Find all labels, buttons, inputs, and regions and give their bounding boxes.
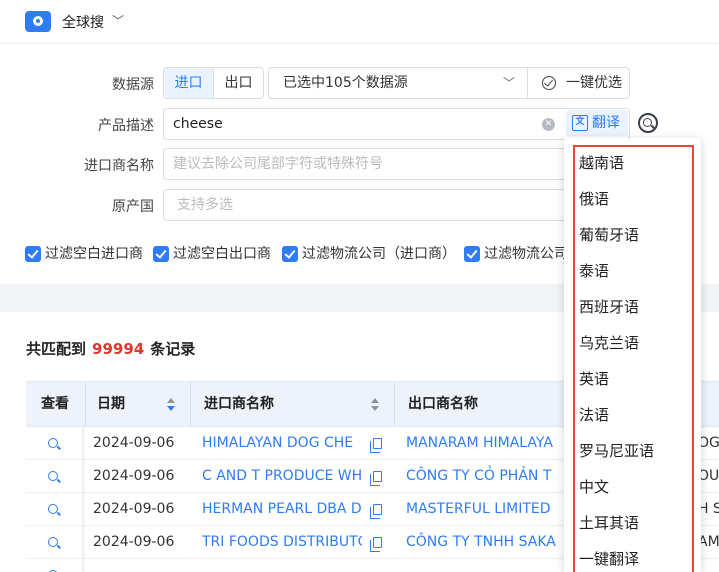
exporter-link[interactable]: CÔNG TY TNHH SAKA — [406, 526, 566, 559]
exporter-link[interactable]: CÔNG TY CỎ PHẢN T — [406, 460, 566, 493]
filter-blank-importer-checkbox[interactable]: 过滤空白进口商 — [25, 245, 143, 263]
language-option[interactable]: 越南语 — [579, 152, 624, 173]
language-option[interactable]: 西班牙语 — [579, 296, 639, 317]
date-cell: 2024-09-06 — [93, 534, 175, 550]
top-bar: 全球搜 ﹀ — [0, 0, 719, 44]
filter-label: 过滤物流公司 — [484, 246, 568, 262]
one-click-optimize-label: 一键优选 — [566, 75, 622, 91]
overflow-cell: AM — [698, 534, 719, 550]
date-cell: 2024-09-06 — [93, 501, 175, 517]
summary-suffix: 条记录 — [150, 340, 196, 358]
filter-label: 过滤物流公司（进口商） — [302, 246, 456, 262]
language-option[interactable]: 土耳其语 — [579, 512, 639, 533]
date-cell: 2024-09-06 — [93, 435, 175, 451]
header-view: 查看 — [41, 396, 69, 412]
filter-label: 过滤空白出口商 — [173, 246, 271, 262]
column-shadow — [82, 427, 86, 460]
copy-icon[interactable] — [370, 504, 382, 519]
clear-icon[interactable]: ✕ — [542, 118, 555, 131]
importer-input[interactable]: 建议去除公司尾部字符或特殊符号 — [163, 148, 630, 180]
importer-link[interactable]: HERMAN PEARL DBA D — [202, 493, 362, 526]
language-option[interactable]: 法语 — [579, 404, 609, 425]
overflow-cell: OG C — [698, 435, 719, 451]
tab-import[interactable]: 进口 — [164, 68, 214, 98]
origin-label: 原产国 — [112, 199, 154, 215]
column-shadow — [82, 460, 86, 493]
overflow-cell: OU — [698, 468, 719, 484]
language-option[interactable]: 泰语 — [579, 260, 609, 281]
column-divider — [85, 382, 86, 426]
checkbox-checked-icon — [25, 246, 41, 262]
header-exporter[interactable]: 出口商名称 — [408, 382, 478, 426]
exporter-link[interactable]: MANARAM HIMALAYA — [406, 427, 566, 460]
language-option[interactable]: 中文 — [579, 476, 609, 497]
view-icon[interactable] — [48, 537, 58, 547]
view-icon[interactable] — [48, 438, 58, 448]
origin-input[interactable]: 支持多选 — [163, 189, 630, 221]
filter-logistics-exporter-checkbox[interactable]: 过滤物流公司 — [464, 245, 568, 263]
selected-sources-text: 已选中105个数据源 — [283, 75, 408, 91]
language-option[interactable]: 罗马尼亚语 — [579, 440, 654, 461]
filter-label: 过滤空白进口商 — [45, 246, 143, 262]
summary-prefix: 共匹配到 — [26, 340, 87, 358]
product-label: 产品描述 — [98, 118, 154, 134]
checkbox-checked-icon — [153, 246, 169, 262]
import-export-toggle: 进口 出口 — [163, 67, 264, 99]
advanced-search-icon[interactable] — [638, 113, 658, 133]
filter-logistics-importer-checkbox[interactable]: 过滤物流公司（进口商） — [282, 245, 456, 263]
column-shadow — [82, 493, 86, 526]
one-click-optimize-button[interactable]: 一键优选 — [527, 67, 630, 99]
check-circle-icon — [542, 76, 556, 90]
copy-icon[interactable] — [370, 537, 382, 552]
tab-export[interactable]: 出口 — [214, 68, 263, 98]
column-shadow — [82, 559, 86, 572]
app-title[interactable]: 全球搜 — [62, 12, 104, 32]
chevron-down-icon: ﹀ — [502, 76, 515, 90]
filter-blank-exporter-checkbox[interactable]: 过滤空白出口商 — [153, 245, 271, 263]
product-value: cheese — [173, 116, 223, 132]
language-option[interactable]: 英语 — [579, 368, 609, 389]
origin-placeholder: 支持多选 — [177, 197, 233, 213]
importer-link[interactable]: C AND T PRODUCE WH — [202, 460, 362, 493]
importer-label: 进口商名称 — [84, 158, 154, 174]
view-icon[interactable] — [48, 504, 58, 514]
column-shadow — [82, 526, 86, 559]
sort-icon[interactable] — [371, 398, 379, 412]
highlight-frame — [573, 145, 694, 572]
chevron-down-icon[interactable]: ﹀ — [112, 12, 124, 29]
one-click-translate-option[interactable]: 一键翻译 — [579, 548, 639, 569]
result-summary: 共匹配到 99994 条记录 — [26, 338, 195, 359]
date-cell: 2024-09-06 — [93, 468, 175, 484]
result-count: 99994 — [92, 340, 145, 358]
checkbox-checked-icon — [282, 246, 298, 262]
exporter-link[interactable]: MASTERFUL LIMITED — [406, 493, 566, 526]
header-importer[interactable]: 进口商名称 — [204, 382, 274, 426]
copy-icon[interactable] — [370, 471, 382, 486]
language-option[interactable]: 俄语 — [579, 188, 609, 209]
product-input[interactable]: cheese — [163, 108, 630, 140]
checkbox-checked-icon — [464, 246, 480, 262]
translate-label: 翻译 — [592, 115, 620, 131]
column-divider — [394, 382, 395, 426]
view-icon[interactable] — [48, 471, 58, 481]
translate-icon: 文 — [572, 115, 588, 131]
language-option[interactable]: 葡萄牙语 — [579, 224, 639, 245]
translate-button[interactable]: 文 翻译 — [566, 110, 628, 136]
overflow-cell: H ST — [698, 501, 719, 517]
column-divider — [190, 382, 191, 426]
sort-icon[interactable] — [167, 398, 175, 412]
importer-link[interactable]: HIMALAYAN DOG CHE — [202, 427, 362, 460]
importer-placeholder: 建议去除公司尾部字符或特殊符号 — [173, 156, 383, 172]
data-source-select[interactable]: 已选中105个数据源 ﹀ — [268, 67, 528, 99]
data-source-label: 数据源 — [112, 77, 154, 93]
header-date[interactable]: 日期 — [97, 382, 125, 426]
language-option[interactable]: 乌克兰语 — [579, 332, 639, 353]
app-logo-icon — [25, 11, 51, 32]
importer-link[interactable]: TRI FOODS DISTRIBUTO — [202, 526, 362, 559]
copy-icon[interactable] — [370, 438, 382, 453]
